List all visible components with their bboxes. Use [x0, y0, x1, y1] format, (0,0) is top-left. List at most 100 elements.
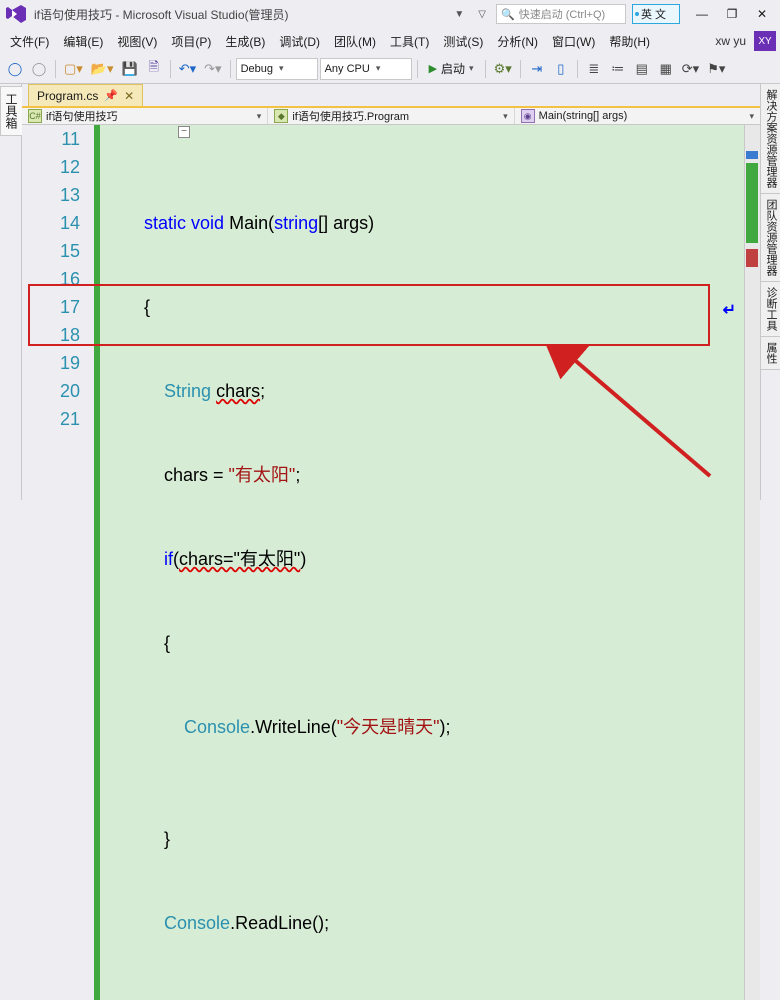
title-bar: if语句使用技巧 - Microsoft Visual Studio(管理员) … — [0, 0, 780, 28]
start-button[interactable]: ▶ 启动 ▾ — [423, 58, 480, 80]
nav-strip: C# if语句使用技巧 ▾ ◆ if语句使用技巧.Program ▾ ◉ Mai… — [22, 108, 760, 125]
chevron-down-icon: ▾ — [503, 111, 508, 122]
line-gutter: 11 12 13 14 15 16 17 18 19 20 21 — [22, 125, 94, 1000]
title-dropdown-1-icon[interactable]: ▼ — [450, 7, 468, 22]
menu-team[interactable]: 团队(M) — [328, 30, 382, 53]
tb-extra-7[interactable]: ⚑▾ — [704, 58, 728, 80]
menu-bar: 文件(F) 编辑(E) 视图(V) 项目(P) 生成(B) 调试(D) 团队(M… — [0, 28, 780, 54]
tb-extra-6[interactable]: ⟳▾ — [679, 58, 702, 80]
menu-analyze[interactable]: 分析(N) — [491, 30, 544, 53]
outline-collapse-icon[interactable]: − — [178, 126, 190, 138]
line-number: 17 — [22, 293, 80, 321]
new-project-button[interactable]: ▢▾ — [61, 58, 86, 80]
menu-tools[interactable]: 工具(T) — [384, 30, 435, 53]
line-number: 13 — [22, 181, 80, 209]
ime-dot-icon — [635, 12, 639, 16]
tb-extra-4[interactable]: ▤ — [631, 58, 653, 80]
scrollbar[interactable] — [744, 125, 760, 1000]
separator — [485, 60, 486, 78]
diagnostics-tab[interactable]: 诊断工具 — [761, 282, 780, 337]
save-button[interactable]: 💾 — [119, 58, 141, 80]
vs-logo-icon — [4, 2, 28, 26]
menu-test[interactable]: 测试(S) — [437, 30, 489, 53]
line-number: 15 — [22, 237, 80, 265]
window-buttons: — ❐ ✕ — [688, 3, 776, 25]
separator — [417, 60, 418, 78]
line-number: 20 — [22, 377, 80, 405]
nav-class-dropdown[interactable]: ◆ if语句使用技巧.Program ▾ — [268, 108, 514, 124]
line-number: 21 — [22, 405, 80, 433]
config-dropdown[interactable]: Debug▾ — [236, 58, 318, 80]
file-tab-program[interactable]: Program.cs 📌 ✕ — [28, 84, 143, 106]
ime-indicator[interactable]: 英 文 — [632, 4, 680, 24]
separator — [520, 60, 521, 78]
menu-help[interactable]: 帮助(H) — [603, 30, 656, 53]
solution-explorer-tab[interactable]: 解决方案资源管理器 — [761, 84, 780, 194]
window-title: if语句使用技巧 - Microsoft Visual Studio(管理员) — [34, 6, 289, 23]
separator — [577, 60, 578, 78]
menu-debug[interactable]: 调试(D) — [273, 30, 326, 53]
nav-back-button[interactable]: ◯ — [4, 58, 26, 80]
platform-value: Any CPU — [325, 63, 370, 75]
quick-launch-placeholder: 快速启动 (Ctrl+Q) — [519, 6, 605, 22]
separator — [230, 60, 231, 78]
line-number: 11 — [22, 125, 80, 153]
nav-project-dropdown[interactable]: C# if语句使用技巧 ▾ — [22, 108, 268, 124]
menu-edit[interactable]: 编辑(E) — [57, 30, 109, 53]
tb-extra-1[interactable]: ⚙▾ — [491, 58, 515, 80]
restore-button[interactable]: ❐ — [718, 3, 746, 25]
chevron-down-icon: ▾ — [257, 111, 262, 122]
menu-project[interactable]: 项目(P) — [165, 30, 217, 53]
document-well: Program.cs 📌 ✕ C# if语句使用技巧 ▾ ◆ if语句使用技巧.… — [22, 84, 760, 500]
pin-icon[interactable]: 📌 — [104, 89, 118, 102]
nav-project-label: if语句使用技巧 — [46, 108, 118, 124]
tb-extra-3[interactable]: ≔ — [607, 58, 629, 80]
ime-text: 英 文 — [641, 6, 666, 22]
nav-fwd-button[interactable]: ◯ — [28, 58, 50, 80]
scroll-marker-icon — [746, 163, 758, 243]
wrap-arrow-icon: ↵ — [723, 297, 736, 325]
platform-dropdown[interactable]: Any CPU▾ — [320, 58, 412, 80]
tab-strip: Program.cs 📌 ✕ — [22, 84, 760, 108]
team-explorer-tab[interactable]: 团队资源管理器 — [761, 194, 780, 282]
save-all-button[interactable]: 🗎 — [143, 58, 165, 80]
properties-tab[interactable]: 属性 — [761, 337, 780, 370]
csharp-project-icon: C# — [28, 109, 42, 123]
scroll-marker-icon — [746, 249, 758, 267]
toolbox-tab[interactable]: 工具箱 — [0, 86, 23, 136]
menu-window[interactable]: 窗口(W) — [546, 30, 601, 53]
menu-build[interactable]: 生成(B) — [219, 30, 271, 53]
toolbar: ◯ ◯ ▢▾ 📂▾ 💾 🗎 ↶▾ ↷▾ Debug▾ Any CPU▾ ▶ 启动… — [0, 54, 780, 84]
open-button[interactable]: 📂▾ — [88, 58, 117, 80]
line-number: 14 — [22, 209, 80, 237]
tb-extra-2[interactable]: ≣ — [583, 58, 605, 80]
step-into-button[interactable]: ▯ — [550, 58, 572, 80]
file-tab-label: Program.cs — [37, 89, 98, 103]
separator — [170, 60, 171, 78]
undo-button[interactable]: ↶▾ — [176, 58, 199, 80]
tab-close-icon[interactable]: ✕ — [124, 89, 134, 103]
tb-extra-5[interactable]: ▦ — [655, 58, 677, 80]
code-editor[interactable]: 11 12 13 14 15 16 17 18 19 20 21 − stati… — [22, 125, 760, 1000]
nav-member-dropdown[interactable]: ◉ Main(string[] args) ▾ — [515, 108, 760, 124]
right-sidebar: 解决方案资源管理器 团队资源管理器 诊断工具 属性 — [760, 84, 780, 500]
user-badge[interactable]: XY — [754, 31, 776, 51]
quick-launch-input[interactable]: 🔍 快速启动 (Ctrl+Q) — [496, 4, 626, 24]
method-icon: ◉ — [521, 109, 535, 123]
step-over-button[interactable]: ⇥ — [526, 58, 548, 80]
close-button[interactable]: ✕ — [748, 3, 776, 25]
config-value: Debug — [241, 63, 273, 75]
line-number: 19 — [22, 349, 80, 377]
redo-button[interactable]: ↷▾ — [201, 58, 224, 80]
start-label: 启动 — [441, 60, 465, 77]
minimize-button[interactable]: — — [688, 3, 716, 25]
search-icon: 🔍 — [501, 8, 515, 21]
menu-view[interactable]: 视图(V) — [111, 30, 163, 53]
code-area[interactable]: − static void Main(string[] args) { Stri… — [100, 125, 760, 1000]
nav-class-label: if语句使用技巧.Program — [292, 108, 409, 124]
menu-file[interactable]: 文件(F) — [4, 30, 55, 53]
line-number: 16 — [22, 265, 80, 293]
user-name[interactable]: xw yu — [715, 34, 746, 48]
scroll-marker-icon — [746, 151, 758, 159]
title-dropdown-2-icon[interactable]: ▽ — [474, 7, 490, 22]
